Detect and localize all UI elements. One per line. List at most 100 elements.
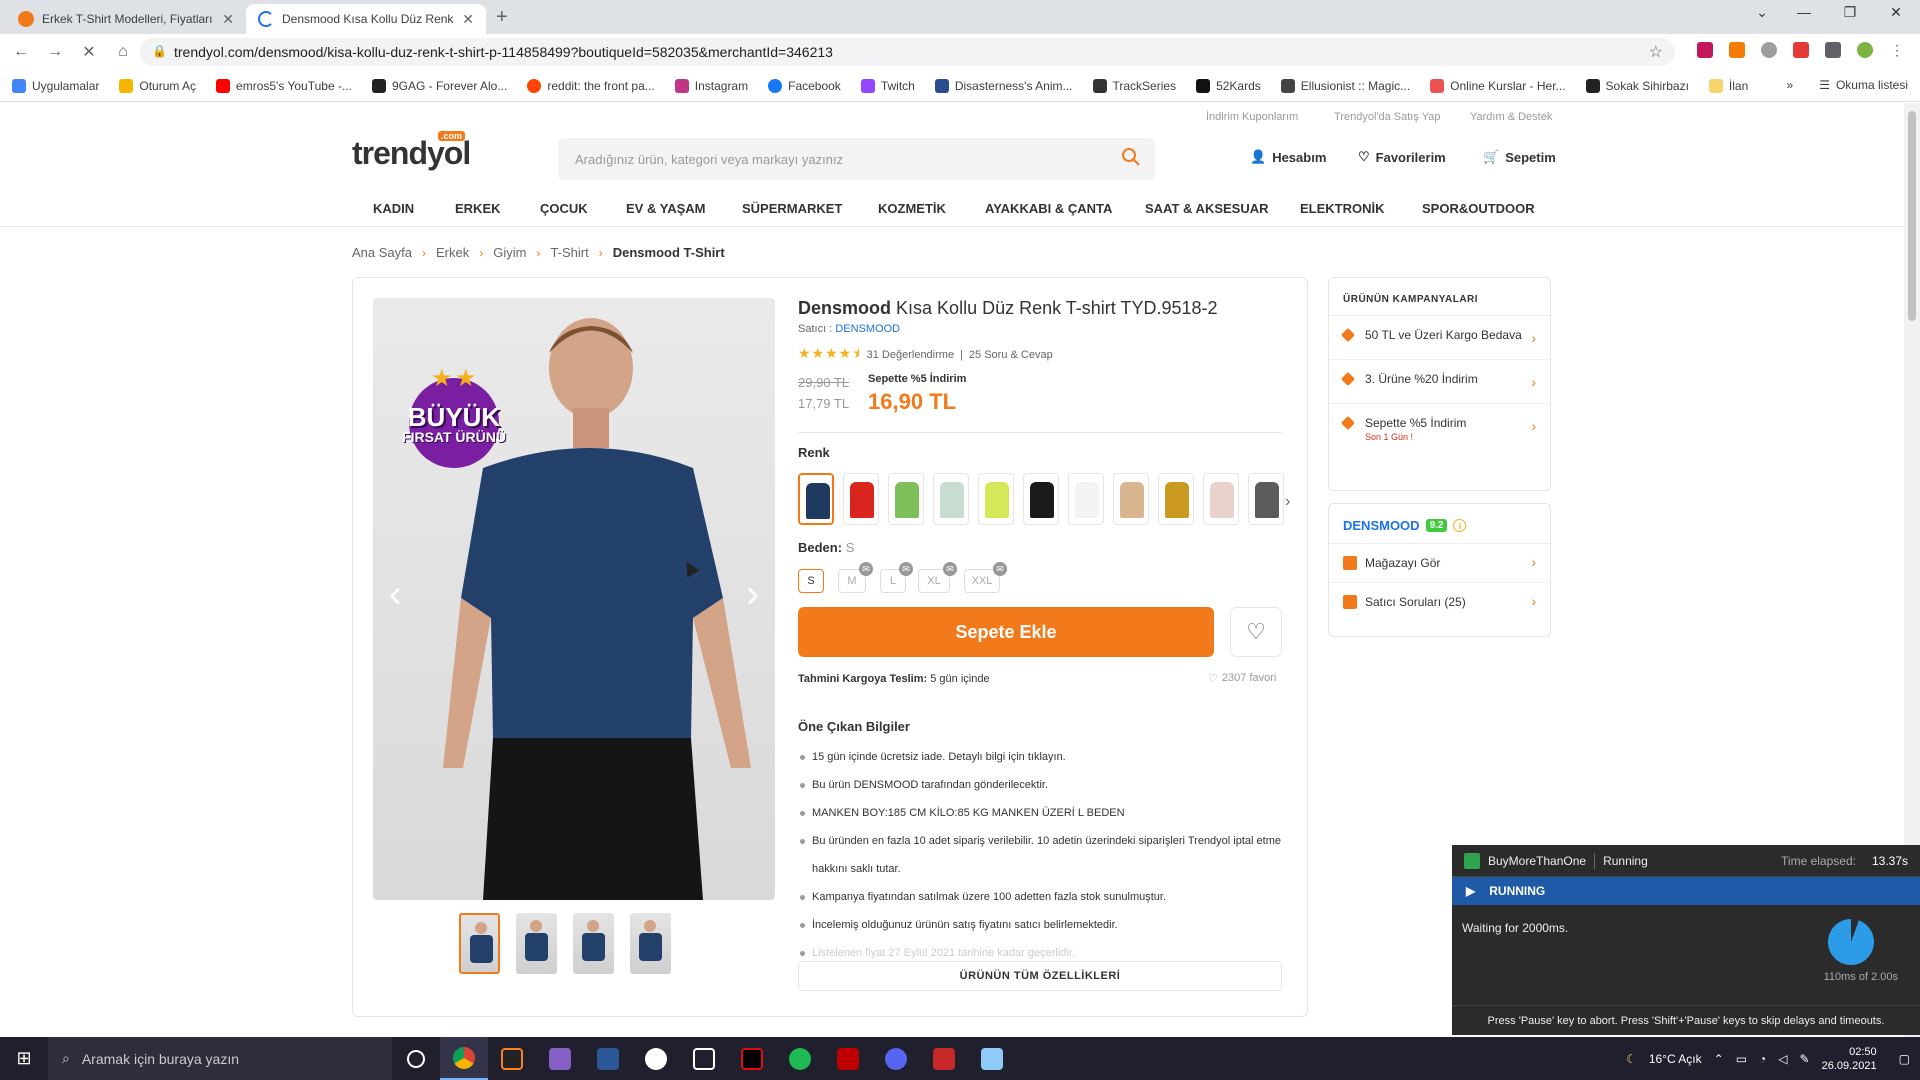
info-icon[interactable]: i bbox=[1453, 519, 1467, 532]
size-option-xxl[interactable]: XXL ✉ bbox=[964, 562, 1007, 593]
bookmark[interactable]: Online Kurslar - Her... bbox=[1430, 78, 1566, 93]
browser-tab-densmood[interactable]: Densmood Kısa Kollu Düz Renk T ✕ bbox=[246, 4, 486, 34]
stop-icon[interactable]: ✕ bbox=[72, 42, 106, 62]
volume-icon[interactable]: ◁ bbox=[1778, 1052, 1787, 1066]
more-bookmarks-icon[interactable]: » bbox=[1787, 78, 1794, 92]
menu-dots-icon[interactable]: ⋮ bbox=[1889, 42, 1905, 58]
battery-icon[interactable]: ▭ bbox=[1736, 1052, 1747, 1066]
color-swatch[interactable] bbox=[1023, 473, 1059, 525]
size-option-xl[interactable]: XL ✉ bbox=[918, 562, 957, 593]
thumbnail[interactable] bbox=[459, 913, 500, 974]
visual-studio-icon[interactable] bbox=[536, 1037, 584, 1080]
size-option-l[interactable]: L ✉ bbox=[880, 562, 913, 593]
moon-weather-icon[interactable]: ☾ bbox=[1626, 1052, 1637, 1066]
extension-icon[interactable] bbox=[1729, 42, 1745, 58]
color-swatch[interactable] bbox=[798, 473, 834, 525]
search-icon[interactable] bbox=[1121, 147, 1141, 167]
breadcrumb-erkek[interactable]: Erkek bbox=[436, 245, 469, 260]
extension-icon[interactable] bbox=[1793, 42, 1809, 58]
app-icon[interactable] bbox=[968, 1037, 1016, 1080]
restore-button[interactable]: ❐ bbox=[1830, 4, 1870, 21]
spotify-icon[interactable] bbox=[776, 1037, 824, 1080]
product-brand[interactable]: Densmood bbox=[798, 298, 891, 318]
size-option-s[interactable]: S bbox=[798, 569, 824, 593]
chevron-right-icon[interactable]: › bbox=[1285, 493, 1290, 511]
cortana-icon[interactable] bbox=[392, 1037, 440, 1080]
account-link[interactable]: 👤 Hesabım bbox=[1250, 149, 1326, 165]
breadcrumb-giyim[interactable]: Giyim bbox=[493, 245, 526, 260]
app-icon[interactable] bbox=[632, 1037, 680, 1080]
extension-icon[interactable] bbox=[1697, 42, 1713, 58]
nav-cocuk[interactable]: ÇOCUK bbox=[540, 201, 588, 216]
breadcrumb-home[interactable]: Ana Sayfa bbox=[352, 245, 412, 260]
bookmark[interactable]: emros5's YouTube -... bbox=[216, 78, 352, 93]
bookmark[interactable]: Disasterness's Anim... bbox=[934, 78, 1073, 93]
shield-icon[interactable] bbox=[1761, 42, 1777, 58]
coupons-link[interactable]: İndirim Kuponlarım bbox=[1206, 111, 1298, 123]
notifications-icon[interactable]: ▢ bbox=[1899, 1052, 1910, 1066]
search-input[interactable]: Aradığınız ürün, kategori veya markayı y… bbox=[558, 138, 1155, 180]
close-window-button[interactable]: ✕ bbox=[1876, 4, 1916, 21]
campaign-item[interactable]: 50 TL ve Üzeri Kargo Bedava › bbox=[1329, 316, 1550, 360]
nav-erkek[interactable]: ERKEK bbox=[455, 201, 501, 216]
minimize-button[interactable]: — bbox=[1784, 4, 1824, 20]
windows-start-icon[interactable]: ⊞ bbox=[0, 1037, 48, 1080]
unity-icon[interactable] bbox=[680, 1037, 728, 1080]
color-swatch[interactable] bbox=[1068, 473, 1104, 525]
favorites-link[interactable]: ♡ Favorilerim bbox=[1358, 149, 1446, 165]
nav-saat-aksesuar[interactable]: SAAT & AKSESUAR bbox=[1145, 201, 1269, 216]
bookmark[interactable]: 52Kards bbox=[1196, 78, 1261, 93]
campaign-item[interactable]: 3. Ürüne %20 İndirim › bbox=[1329, 360, 1550, 404]
network-icon[interactable]: ◔ bbox=[1759, 1052, 1766, 1066]
thumbnail[interactable] bbox=[573, 913, 614, 974]
url-bar[interactable]: 🔒 trendyol.com/densmood/kisa-kollu-duz-r… bbox=[140, 38, 1675, 66]
discord-icon[interactable] bbox=[872, 1037, 920, 1080]
reading-list[interactable]: » ☰ Okuma listesi bbox=[1787, 78, 1908, 92]
color-swatch[interactable] bbox=[843, 473, 879, 525]
bookmark[interactable]: TrackSeries bbox=[1092, 78, 1176, 93]
sell-link[interactable]: Trendyol'da Satış Yap bbox=[1334, 111, 1440, 123]
bookmark[interactable]: Ellusionist :: Magic... bbox=[1280, 78, 1410, 93]
netflix-icon[interactable] bbox=[728, 1037, 776, 1080]
nav-kozmetik[interactable]: KOZMETİK bbox=[878, 201, 946, 216]
seller-link[interactable]: DENSMOOD bbox=[835, 323, 900, 335]
app-icon[interactable] bbox=[920, 1037, 968, 1080]
nav-spor-outdoor[interactable]: SPOR&OUTDOOR bbox=[1422, 201, 1535, 216]
campaign-item[interactable]: Sepette %5 İndirim Son 1 Gün ! › bbox=[1329, 404, 1550, 454]
seller-questions-link[interactable]: Satıcı Soruları (25) › bbox=[1329, 583, 1550, 621]
next-image-icon[interactable]: › bbox=[746, 573, 759, 616]
reviews-link[interactable]: 31 Değerlendirme bbox=[867, 349, 954, 361]
clock[interactable]: 02:50 26.09.2021 bbox=[1822, 1045, 1877, 1073]
bookmark[interactable]: reddit: the front pa... bbox=[527, 78, 655, 93]
bookmark-apps[interactable]: Uygulamalar bbox=[12, 78, 99, 93]
close-tab-icon[interactable]: ✕ bbox=[462, 11, 474, 28]
help-link[interactable]: Yardım & Destek bbox=[1470, 111, 1552, 123]
close-tab-icon[interactable]: ✕ bbox=[222, 11, 234, 28]
color-swatch[interactable] bbox=[888, 473, 924, 525]
lock-icon[interactable]: 🔒 bbox=[152, 44, 167, 58]
browser-tab-erkek-tshirt[interactable]: Erkek T-Shirt Modelleri, Fiyatları ✕ bbox=[6, 4, 246, 34]
home-icon[interactable]: ⌂ bbox=[106, 43, 140, 61]
intellij-icon[interactable] bbox=[488, 1037, 536, 1080]
bookmark[interactable]: Sokak Sihirbazı bbox=[1585, 78, 1689, 93]
breadcrumb-current[interactable]: Densmood T-Shirt bbox=[613, 245, 725, 260]
thumbnail[interactable] bbox=[516, 913, 557, 974]
nav-supermarket[interactable]: SÜPERMARKET bbox=[742, 201, 842, 216]
taskbar-search[interactable]: ⌕ Aramak için buraya yazın bbox=[48, 1037, 392, 1080]
profile-avatar[interactable] bbox=[1857, 42, 1873, 58]
kobo-icon[interactable] bbox=[824, 1037, 872, 1080]
bookmark[interactable]: Twitch bbox=[860, 78, 915, 93]
new-tab-button[interactable]: + bbox=[496, 6, 508, 29]
tab-search-icon[interactable]: ⌄ bbox=[1742, 4, 1782, 21]
puzzle-icon[interactable] bbox=[1825, 42, 1841, 58]
bookmark-star-icon[interactable]: ☆ bbox=[1649, 42, 1663, 62]
nav-kadin[interactable]: KADIN bbox=[373, 201, 414, 216]
color-swatch[interactable] bbox=[978, 473, 1014, 525]
view-store-link[interactable]: Mağazayı Gör › bbox=[1329, 544, 1550, 583]
forward-icon[interactable]: → bbox=[38, 43, 72, 61]
bookmark[interactable]: Facebook bbox=[768, 78, 841, 93]
back-icon[interactable]: ← bbox=[4, 43, 38, 61]
breadcrumb-tshirt[interactable]: T-Shirt bbox=[550, 245, 588, 260]
product-image[interactable]: ★ ★ BÜYÜK FIRSAT ÜRÜNÜ ‹ › bbox=[373, 298, 775, 900]
favorite-button[interactable]: ♡ bbox=[1230, 607, 1282, 657]
